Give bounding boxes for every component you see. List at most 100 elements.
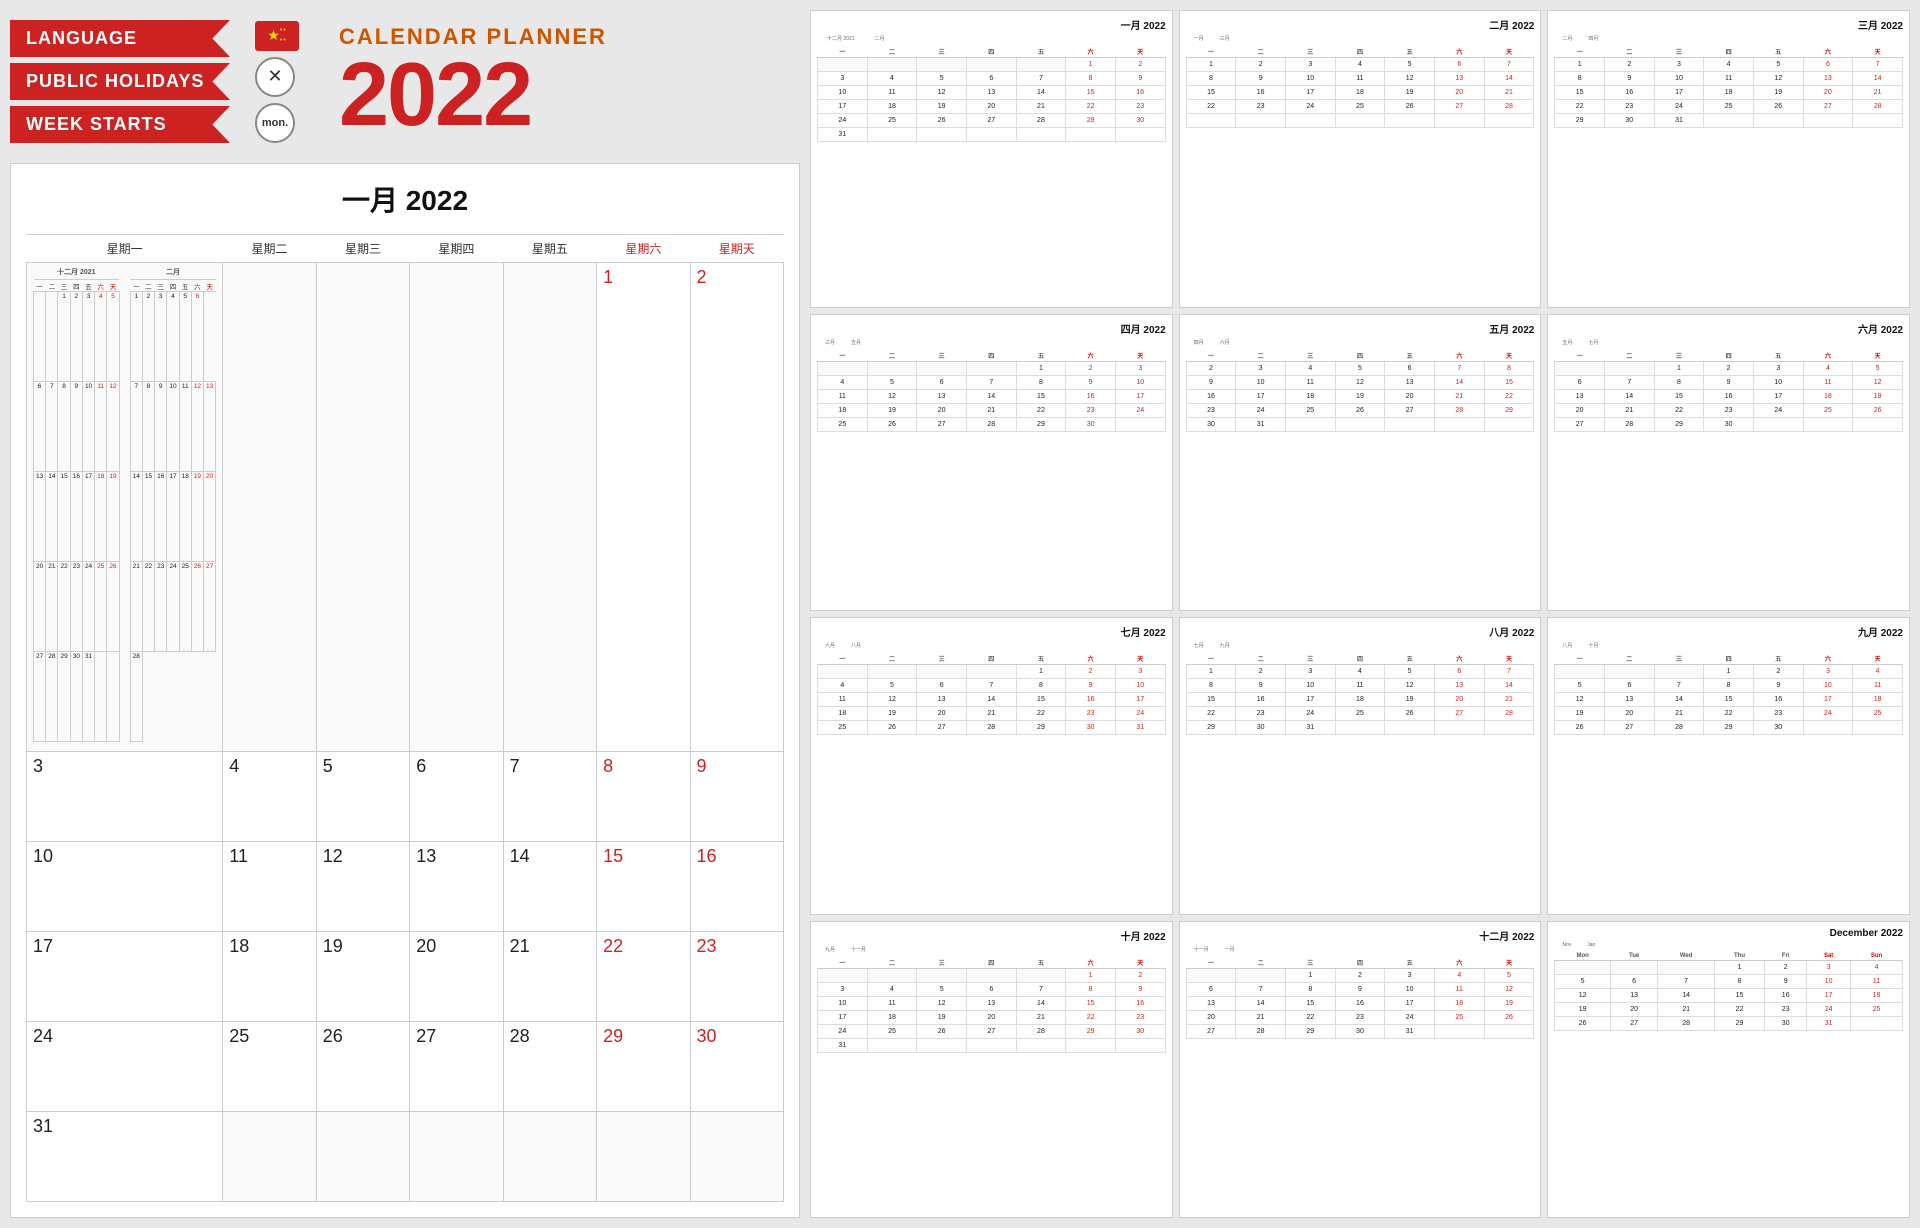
cal-cell-11: 11	[223, 842, 316, 932]
cal-cell-6: 6	[410, 752, 503, 842]
cal-cell-18: 18	[223, 932, 316, 1022]
cal-cell-25: 25	[223, 1022, 316, 1112]
prev-mini-may: 四月六月	[1186, 339, 1535, 346]
weekday-thu: 星期四	[410, 235, 503, 263]
weekday-mon: 星期一	[27, 235, 223, 263]
small-cal-jan: 一二三四五六天 12 3456789 10111213141516 171819…	[817, 46, 1166, 142]
small-cal-may: 一二三四五六天 2345678 9101112131415 1617181920…	[1186, 350, 1535, 432]
small-month-mar-title: 三月 2022	[1554, 17, 1903, 32]
main-month-title: 一月 2022	[26, 179, 784, 219]
cal-cell-4: 4	[223, 752, 316, 842]
cal-cell-19: 19	[316, 932, 409, 1022]
small-month-jul: 七月 2022 六月八月 一二三四五六天 123 45678910 111213…	[810, 617, 1173, 915]
cal-cell-10: 10	[27, 842, 223, 932]
cal-cell-empty	[223, 263, 316, 752]
cal-cell-15: 15	[597, 842, 690, 932]
small-month-oct-title: 十月 2022	[817, 928, 1166, 943]
small-month-jun-title: 六月 2022	[1554, 321, 1903, 336]
small-cal-jun: 一二三四五六天 12345 6789101112 13141516171819 …	[1554, 350, 1903, 432]
mon-icon: mon.	[255, 103, 295, 143]
small-month-may-title: 五月 2022	[1186, 321, 1535, 336]
table-row: 17 18 19 20 21 22 23	[27, 932, 784, 1022]
cal-cell-20: 20	[410, 932, 503, 1022]
prev-mini-apr: 三月五月	[817, 339, 1166, 346]
small-cal-nov: 一二三四五六天 12345 6789101112 13141516171819 …	[1186, 957, 1535, 1039]
table-row: 十二月 2021 一二三四五六天 12345 6789101112 131415…	[27, 263, 784, 752]
cal-cell-14: 14	[503, 842, 596, 932]
small-month-jun: 六月 2022 五月七月 一二三四五六天 12345 6789101112 13…	[1547, 314, 1910, 612]
header-section: LANGUAGE PUBLIC HOLIDAYS WEEK STARTS ★ •…	[10, 10, 800, 153]
prev-mini-jan: 十二月 2021二月	[817, 35, 1166, 42]
cal-cell-1: 1	[597, 263, 690, 752]
cal-cell-2: 2	[690, 263, 783, 752]
cal-cell-31: 31	[27, 1112, 223, 1202]
weekday-sat: 星期六	[597, 235, 690, 263]
prev-mini-dec: NovJan	[1554, 942, 1903, 948]
prev-mini-sep: 八月十月	[1554, 642, 1903, 649]
small-month-jan-title: 一月 2022	[817, 17, 1166, 32]
weekday-fri: 星期五	[503, 235, 596, 263]
cal-cell-22: 22	[597, 932, 690, 1022]
main-calendar-grid: 星期一 星期二 星期三 星期四 星期五 星期六 星期天 十二月 2021	[26, 234, 784, 1202]
cal-cell-24: 24	[27, 1022, 223, 1112]
prev-mini-jun: 五月七月	[1554, 339, 1903, 346]
small-cal-aug: 一二三四五六天 1234567 891011121314 15161718192…	[1186, 653, 1535, 735]
small-month-feb-title: 二月 2022	[1186, 17, 1535, 32]
cal-cell-26: 26	[316, 1022, 409, 1112]
language-ribbon: LANGUAGE	[10, 20, 230, 57]
cal-cell-empty	[316, 263, 409, 752]
cal-cell-21: 21	[503, 932, 596, 1022]
x-icon: ✕	[255, 57, 295, 97]
cal-cell-empty	[503, 263, 596, 752]
week-ribbon: WEEK STARTS	[10, 106, 230, 143]
weekday-sun: 星期天	[690, 235, 783, 263]
prev-mini-mar: 二月四月	[1554, 35, 1903, 42]
cal-cell-17: 17	[27, 932, 223, 1022]
cal-cell-5: 5	[316, 752, 409, 842]
cal-cell-12: 12	[316, 842, 409, 932]
prev-mini-jul: 六月八月	[817, 642, 1166, 649]
prev-mini-feb: 一月三月	[1186, 35, 1535, 42]
ribbon-icons: ★ •••• ✕ mon.	[255, 21, 299, 143]
main-calendar: 一月 2022 星期一 星期二 星期三 星期四 星期五 星期六 星期天	[10, 163, 800, 1218]
small-cal-sep: 一二三四五六天 1234 567891011 12131415161718 19…	[1554, 653, 1903, 735]
table-row: 31	[27, 1112, 784, 1202]
small-cal-feb: 一二三四五六天 1234567 891011121314 15161718192…	[1186, 46, 1535, 128]
prev-mini-nov: 十一月一月	[1186, 946, 1535, 953]
small-month-oct: 十月 2022 九月十一月 一二三四五六天 12 3456789 1011121…	[810, 921, 1173, 1219]
small-month-feb: 二月 2022 一月三月 一二三四五六天 1234567 89101112131…	[1179, 10, 1542, 308]
weekday-tue: 星期二	[223, 235, 316, 263]
right-panel: 一月 2022 十二月 2021二月 一二三四五六天 12 3456789 10…	[810, 10, 1910, 1218]
cal-cell-30: 30	[690, 1022, 783, 1112]
small-month-mar: 三月 2022 二月四月 一二三四五六天 1234567 89101112131…	[1547, 10, 1910, 308]
table-row: 10 11 12 13 14 15 16	[27, 842, 784, 932]
left-panel: LANGUAGE PUBLIC HOLIDAYS WEEK STARTS ★ •…	[10, 10, 800, 1218]
cal-cell-empty	[410, 263, 503, 752]
cal-cell-empty	[316, 1112, 409, 1202]
cal-cell-8: 8	[597, 752, 690, 842]
small-month-sep: 九月 2022 八月十月 一二三四五六天 1234 567891011 1213…	[1547, 617, 1910, 915]
small-month-aug-title: 八月 2022	[1186, 624, 1535, 639]
cal-cell-empty	[503, 1112, 596, 1202]
flag-icon: ★ ••••	[255, 21, 299, 51]
cal-cell-16: 16	[690, 842, 783, 932]
table-row: 3 4 5 6 7 8 9	[27, 752, 784, 842]
cal-cell-empty: 十二月 2021 一二三四五六天 12345 6789101112 131415…	[27, 263, 223, 752]
small-month-jan: 一月 2022 十二月 2021二月 一二三四五六天 12 3456789 10…	[810, 10, 1173, 308]
prev-mini-oct: 九月十一月	[817, 946, 1166, 953]
weekday-wed: 星期三	[316, 235, 409, 263]
small-month-dec-title: December 2022	[1554, 928, 1903, 939]
small-month-may: 五月 2022 四月六月 一二三四五六天 2345678 91011121314…	[1179, 314, 1542, 612]
ribbon-labels: LANGUAGE PUBLIC HOLIDAYS WEEK STARTS	[10, 20, 230, 143]
small-cal-oct: 一二三四五六天 12 3456789 10111213141516 171819…	[817, 957, 1166, 1053]
prev-mini-aug: 七月九月	[1186, 642, 1535, 649]
cal-cell-13: 13	[410, 842, 503, 932]
cal-cell-7: 7	[503, 752, 596, 842]
small-month-jul-title: 七月 2022	[817, 624, 1166, 639]
cal-cell-empty	[690, 1112, 783, 1202]
small-month-dec: December 2022 NovJan MonTueWedThuFriSatS…	[1547, 921, 1910, 1219]
cal-cell-empty	[410, 1112, 503, 1202]
small-month-aug: 八月 2022 七月九月 一二三四五六天 1234567 89101112131…	[1179, 617, 1542, 915]
small-month-nov: 十二月 2022 十一月一月 一二三四五六天 12345 6789101112 …	[1179, 921, 1542, 1219]
cal-cell-3: 3	[27, 752, 223, 842]
